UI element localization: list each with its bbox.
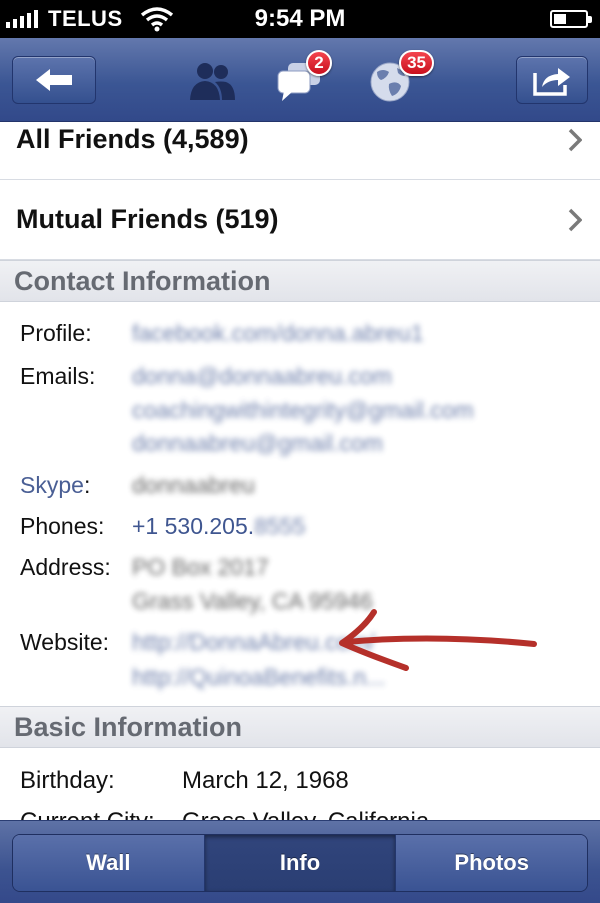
phone-link[interactable]: +1 530.205.8555 bbox=[132, 513, 305, 540]
email-link[interactable]: coachingwithintegrity@gmail.com bbox=[132, 397, 474, 424]
navigation-bar: 2 35 bbox=[0, 38, 600, 122]
phone-number: +1 530.205. bbox=[132, 513, 255, 539]
bottom-tab-bar: Wall Info Photos bbox=[0, 820, 600, 903]
phones-label: Phones: bbox=[20, 513, 105, 539]
battery-icon bbox=[550, 10, 592, 28]
basic-information-header: Basic Information bbox=[0, 706, 600, 748]
skype-value: donnaabreu bbox=[132, 472, 255, 498]
messages-badge: 2 bbox=[306, 50, 332, 76]
contact-information-header: Contact Information bbox=[0, 260, 600, 302]
skype-link-label[interactable]: Skype bbox=[20, 472, 84, 498]
tab-wall[interactable]: Wall bbox=[13, 835, 205, 891]
profile-segmented-control: Wall Info Photos bbox=[12, 834, 588, 892]
tab-photos[interactable]: Photos bbox=[396, 835, 587, 891]
current-city-value: Grass Valley, California bbox=[182, 808, 429, 820]
notifications-badge: 35 bbox=[399, 50, 434, 76]
all-friends-row[interactable]: All Friends (4,589) bbox=[0, 122, 600, 180]
share-button[interactable] bbox=[516, 56, 588, 104]
email-link[interactable]: donna@donnaabreu.com bbox=[132, 363, 392, 390]
notifications-button[interactable]: 35 bbox=[360, 50, 434, 106]
profile-info-content[interactable]: All Friends (4,589) Mutual Friends (519)… bbox=[0, 122, 600, 820]
skype-colon: : bbox=[83, 472, 91, 498]
friend-requests-button[interactable] bbox=[182, 56, 242, 106]
messages-button[interactable]: 2 bbox=[270, 50, 332, 106]
website-label: Website: bbox=[20, 629, 110, 655]
friends-icon bbox=[190, 63, 235, 100]
left-arrow-icon bbox=[36, 69, 72, 91]
profile-link[interactable]: facebook.com/donna.abreu1 bbox=[132, 320, 424, 347]
birthday-value: March 12, 1968 bbox=[182, 767, 349, 794]
annotation-arrow-icon bbox=[339, 609, 537, 671]
all-friends-label: All Friends (4,589) bbox=[16, 124, 249, 154]
mutual-friends-label: Mutual Friends (519) bbox=[16, 204, 279, 234]
tab-info[interactable]: Info bbox=[204, 835, 397, 891]
chevron-right-icon bbox=[568, 208, 582, 231]
current-city-label: Current City: bbox=[20, 808, 155, 820]
address-line: PO Box 2017 bbox=[132, 554, 269, 580]
mutual-friends-row[interactable]: Mutual Friends (519) bbox=[0, 180, 600, 260]
address-label: Address: bbox=[20, 554, 111, 580]
status-bar: TELUS 9:54 PM bbox=[0, 0, 600, 38]
skype-label: Skype: bbox=[20, 472, 90, 499]
birthday-label: Birthday: bbox=[20, 767, 115, 794]
email-link[interactable]: donnaabreu@gmail.com bbox=[132, 430, 383, 457]
back-button[interactable] bbox=[12, 56, 96, 104]
phone-hidden-digits: 8555 bbox=[254, 513, 306, 539]
chevron-right-icon bbox=[568, 128, 582, 151]
share-icon bbox=[533, 68, 570, 96]
emails-label: Emails: bbox=[20, 363, 96, 389]
clock: 9:54 PM bbox=[254, 5, 346, 32]
profile-label: Profile: bbox=[20, 320, 92, 346]
